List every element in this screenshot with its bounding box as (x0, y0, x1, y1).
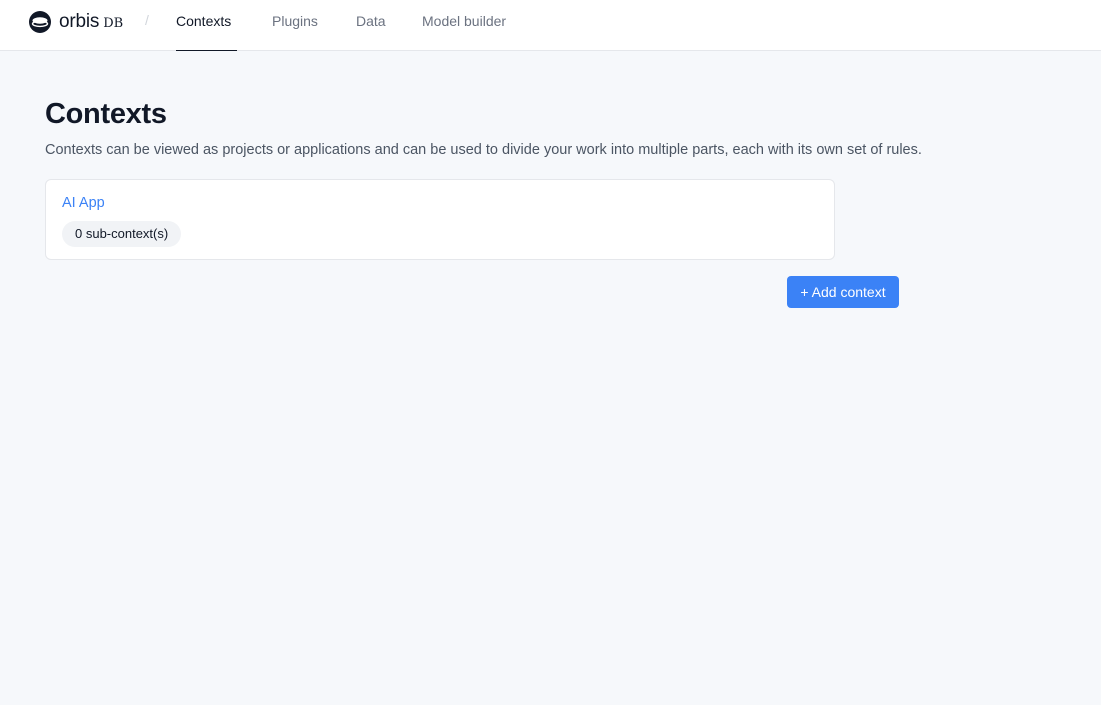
brand-separator: / (145, 12, 149, 28)
tab-plugins[interactable]: Plugins (272, 0, 318, 51)
context-link-ai-app[interactable]: AI App (62, 195, 105, 211)
sub-context-count-badge: 0 sub-context(s) (62, 221, 182, 247)
tab-contexts[interactable]: Contexts (176, 0, 237, 51)
page-title: Contexts (45, 98, 167, 130)
page-description: Contexts can be viewed as projects or ap… (45, 142, 922, 158)
brand-logo[interactable]: orbis DB (28, 10, 123, 34)
tab-data[interactable]: Data (356, 0, 386, 51)
tab-model-builder[interactable]: Model builder (422, 0, 506, 51)
brand-name: orbis (59, 11, 100, 32)
brand-suffix: DB (103, 16, 124, 31)
context-card: AI App 0 sub-context(s) (45, 179, 835, 260)
add-context-button[interactable]: + Add context (787, 276, 899, 308)
top-navigation-bar: orbis DB / Contexts Plugins Data Model b… (0, 0, 1101, 51)
orbis-logo-icon (29, 11, 51, 33)
